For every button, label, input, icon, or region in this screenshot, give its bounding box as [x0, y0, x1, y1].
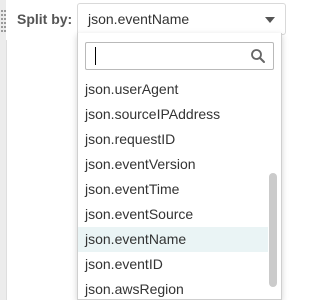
option-event-id[interactable]: json.eventID: [78, 252, 268, 277]
option-request-id[interactable]: json.requestID: [78, 127, 268, 152]
split-by-select[interactable]: json.eventName: [77, 3, 286, 35]
search-field[interactable]: [85, 42, 274, 70]
option-event-name[interactable]: json.eventName: [78, 227, 268, 252]
text-cursor: [95, 47, 96, 65]
option-list: json.userAgent json.sourceIPAddress json…: [78, 83, 268, 299]
option-event-time[interactable]: json.eventTime: [78, 177, 268, 202]
search-input[interactable]: [86, 43, 254, 69]
option-event-source[interactable]: json.eventSource: [78, 202, 268, 227]
split-by-dropdown: json.userAgent json.sourceIPAddress json…: [77, 33, 282, 300]
split-by-label: Split by:: [17, 11, 73, 27]
option-aws-region[interactable]: json.awsRegion: [78, 277, 268, 299]
option-event-version[interactable]: json.eventVersion: [78, 152, 268, 177]
side-panel-edge: [0, 0, 7, 300]
option-user-agent[interactable]: json.userAgent: [78, 83, 268, 102]
search-icon[interactable]: [250, 48, 266, 64]
option-source-ip-address[interactable]: json.sourceIPAddress: [78, 102, 268, 127]
chevron-down-icon[interactable]: [265, 17, 275, 23]
scrollbar-thumb[interactable]: [269, 173, 277, 287]
split-by-selected-value: json.eventName: [88, 11, 190, 27]
